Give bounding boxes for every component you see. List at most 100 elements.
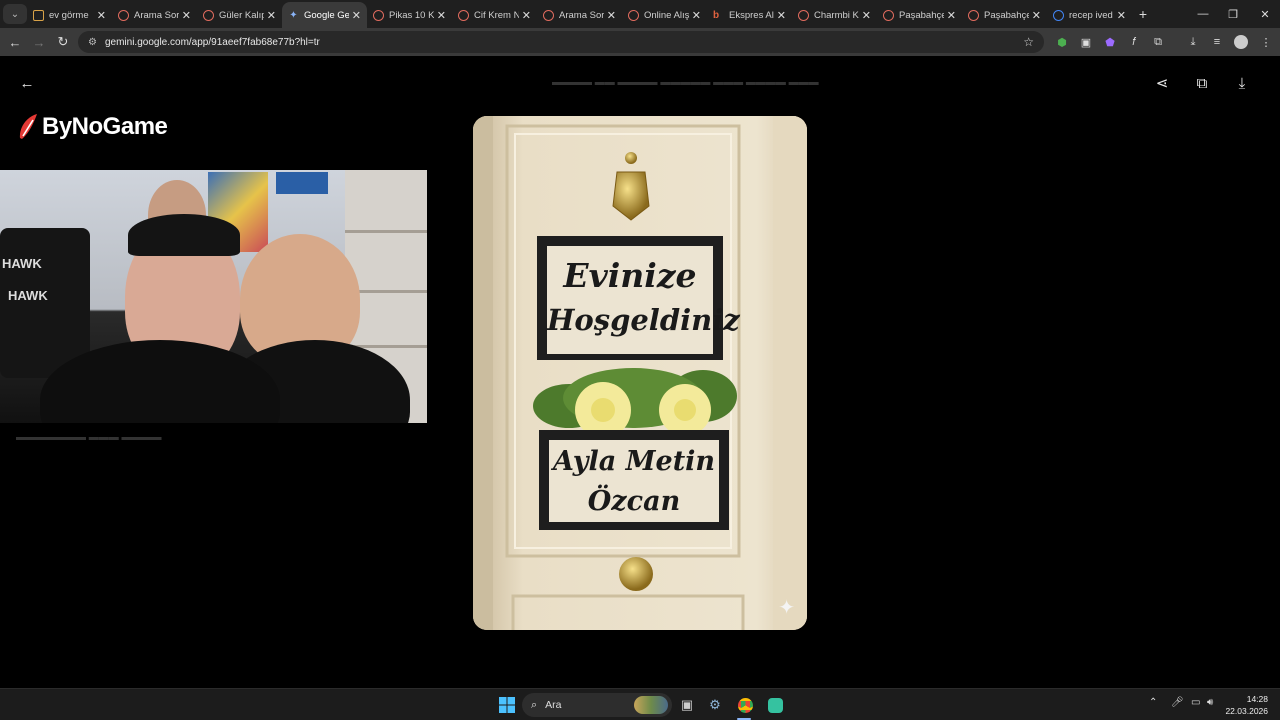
- windows-taskbar: ⌕ Ara ▣ ⚙ ⌃ 🎤︎ ▭ 🔊︎ 14:28 22.03.2026: [0, 688, 1280, 720]
- browser-tab[interactable]: Online Alış ✕: [622, 2, 707, 28]
- close-tab-icon[interactable]: ✕: [352, 9, 361, 22]
- windows-logo-icon: [499, 697, 515, 713]
- clock-time: 14:28: [1246, 694, 1268, 704]
- sign-line-2: Hoşgeldiniz: [547, 303, 740, 337]
- bookmark-star-icon[interactable]: ☆: [1023, 35, 1034, 49]
- tab-title: Pikas 10 K: [389, 9, 434, 21]
- tray-overflow-icon[interactable]: ⌃: [1149, 697, 1157, 708]
- red-circle-icon: [628, 9, 639, 21]
- tab-title: Arama Sor: [559, 9, 604, 21]
- reload-icon[interactable]: ↻: [51, 30, 75, 54]
- close-tab-icon[interactable]: ✕: [182, 9, 191, 22]
- steam-icon[interactable]: ⚙: [704, 694, 726, 716]
- clock-date: 22.03.2026: [1225, 706, 1268, 716]
- browser-tab[interactable]: Arama Sor ✕: [537, 2, 622, 28]
- download-image-icon[interactable]: ⤓: [1230, 71, 1254, 95]
- ghost-prompt-text: ▬▬▬▬ ▬▬ ▬▬▬▬ ▬▬▬▬▬ ▬▬▬ ▬▬▬▬ ▬▬▬: [552, 77, 819, 88]
- taskbar-clock[interactable]: 14:28 22.03.2026: [1225, 693, 1268, 717]
- profile-avatar[interactable]: [1231, 32, 1251, 52]
- back-icon[interactable]: ←: [3, 30, 27, 54]
- tab-title: Güler Kalıp: [219, 9, 264, 21]
- tab-title: Charmbi K: [814, 9, 859, 21]
- name-line-1: Ayla Metin: [552, 446, 716, 477]
- close-tab-icon[interactable]: ✕: [692, 9, 701, 22]
- new-tab-button[interactable]: +: [1132, 6, 1154, 22]
- red-circle-icon: [883, 9, 894, 21]
- gemini-icon: ✦: [289, 9, 298, 21]
- chair-logo-text-2: HAWK: [8, 288, 48, 303]
- name-line-2: Özcan: [587, 486, 681, 517]
- generated-image[interactable]: Evinize Hoşgeldiniz Ayla Metin Özcan ✦: [473, 116, 807, 630]
- brand-name: ByNoGame: [42, 113, 168, 140]
- close-tab-icon[interactable]: ✕: [862, 9, 871, 22]
- webcam-overlay: HAWK HAWK: [0, 170, 427, 423]
- url-text[interactable]: gemini.google.com/app/91aeef7fab68e77b?h…: [105, 37, 320, 48]
- search-highlight-image: [634, 696, 668, 714]
- share-icon[interactable]: ⋖: [1150, 71, 1174, 95]
- browser-tab[interactable]: Charmbi K ✕: [792, 2, 877, 28]
- ghost-sidebar-text: ▬▬▬▬▬▬▬ ▬▬▬ ▬▬▬▬: [16, 432, 162, 443]
- mail-icon: [33, 9, 44, 21]
- red-circle-icon: [118, 9, 129, 21]
- task-view-icon[interactable]: ▣: [676, 694, 698, 716]
- brand-feather-icon: [19, 114, 37, 139]
- streamer-brand-logo: ByNoGame: [16, 112, 168, 142]
- tab-title: Online Alış: [644, 9, 689, 21]
- gemini-sparkle-watermark-icon: ✦: [778, 597, 795, 619]
- script-extension-icon[interactable]: 𝑓: [1124, 32, 1144, 52]
- address-bar[interactable]: ⚙ gemini.google.com/app/91aeef7fab68e77b…: [78, 31, 1044, 53]
- shield-extension-icon[interactable]: ⬢: [1052, 32, 1072, 52]
- chrome-icon[interactable]: [734, 694, 756, 716]
- close-tab-icon[interactable]: ✕: [97, 9, 106, 22]
- browser-tab[interactable]: ✦ Google Ge ✕: [282, 2, 367, 28]
- browser-tab[interactable]: ev görme ✕: [27, 2, 112, 28]
- browser-tab[interactable]: Pikas 10 K ✕: [367, 2, 452, 28]
- taskbar-search[interactable]: ⌕ Ara: [522, 693, 672, 717]
- app-icon[interactable]: [764, 694, 786, 716]
- red-circle-icon: [798, 9, 809, 21]
- close-tab-icon[interactable]: ✕: [267, 9, 276, 22]
- close-tab-icon[interactable]: ✕: [1032, 9, 1041, 22]
- start-button[interactable]: [496, 694, 518, 716]
- microphone-icon[interactable]: 🎤︎: [1171, 697, 1184, 708]
- close-tab-icon[interactable]: ✕: [437, 9, 446, 22]
- forward-icon[interactable]: →: [27, 30, 51, 54]
- red-circle-icon: [968, 9, 979, 21]
- browser-menu-icon[interactable]: ⋮: [1256, 32, 1276, 52]
- network-icon[interactable]: ▭: [1191, 697, 1200, 708]
- media-control-icon[interactable]: ≡: [1207, 32, 1227, 52]
- close-tab-icon[interactable]: ✕: [522, 9, 531, 22]
- b-icon: b: [713, 9, 720, 21]
- close-window-button[interactable]: ✕: [1250, 0, 1280, 28]
- red-circle-icon: [543, 9, 554, 21]
- close-tab-icon[interactable]: ✕: [607, 9, 616, 22]
- extension-icon[interactable]: ▣: [1076, 32, 1096, 52]
- close-tab-icon[interactable]: ✕: [947, 9, 956, 22]
- volume-icon[interactable]: 🔊︎: [1207, 697, 1213, 708]
- extensions-puzzle-icon[interactable]: ⧉: [1148, 32, 1168, 52]
- tab-title: Arama Sor: [134, 9, 179, 21]
- browser-tab[interactable]: b Ekspres Al ✕: [707, 2, 792, 28]
- browser-tab[interactable]: Cif Krem N ✕: [452, 2, 537, 28]
- browser-toolbar: ← → ↻ ⚙ gemini.google.com/app/91aeef7fab…: [0, 28, 1280, 56]
- browser-tab[interactable]: recep ived ✕: [1047, 2, 1132, 28]
- site-info-icon[interactable]: ⚙: [88, 37, 97, 48]
- browser-tab[interactable]: Arama Sor ✕: [112, 2, 197, 28]
- copy-icon[interactable]: ⧉: [1190, 71, 1214, 95]
- browser-tab[interactable]: Paşabahçe ✕: [877, 2, 962, 28]
- name-plate-text: Ayla Metin Özcan: [549, 442, 719, 522]
- restore-button[interactable]: ❐: [1218, 0, 1248, 28]
- tab-title: recep ived: [1069, 9, 1113, 21]
- close-viewer-back-icon[interactable]: ←: [15, 71, 39, 95]
- browser-tab[interactable]: Güler Kalıp ✕: [197, 2, 282, 28]
- chair-logo-text: HAWK: [2, 256, 42, 271]
- vpn-extension-icon[interactable]: ⬟: [1100, 32, 1120, 52]
- close-tab-icon[interactable]: ✕: [1117, 9, 1126, 22]
- search-label: Ara: [545, 699, 562, 711]
- browser-tab[interactable]: Paşabahçe ✕: [962, 2, 1047, 28]
- red-circle-icon: [203, 9, 214, 21]
- tab-search-menu-button[interactable]: ⌄: [3, 4, 27, 24]
- close-tab-icon[interactable]: ✕: [777, 9, 786, 22]
- download-icon[interactable]: ⤓: [1183, 32, 1203, 52]
- minimize-button[interactable]: —: [1188, 0, 1218, 28]
